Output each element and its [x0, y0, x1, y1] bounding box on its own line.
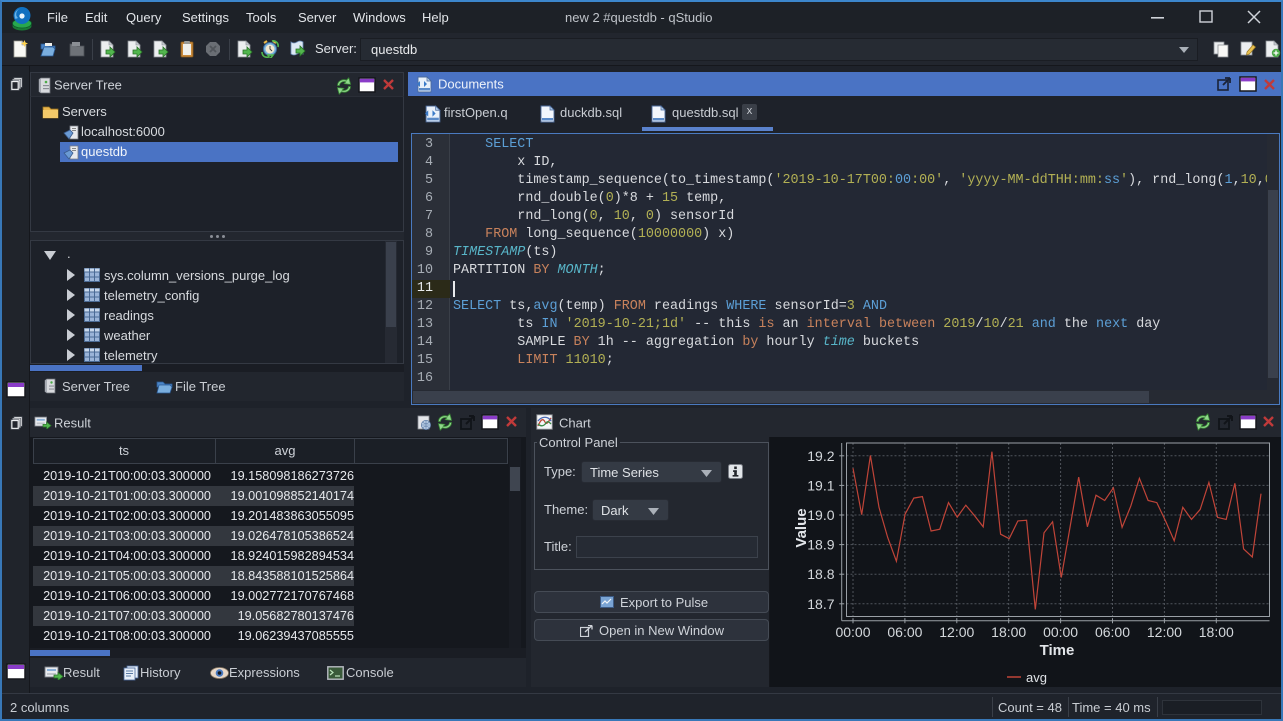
svg-text:19.2: 19.2 [807, 448, 834, 464]
svg-text:12:00: 12:00 [939, 624, 974, 640]
svg-text:18.8: 18.8 [807, 566, 834, 582]
svg-text:18.9: 18.9 [807, 537, 834, 553]
svg-text:avg: avg [1026, 670, 1047, 685]
svg-text:19.0: 19.0 [807, 507, 834, 523]
svg-text:00:00: 00:00 [835, 624, 870, 640]
svg-text:19.1: 19.1 [807, 477, 834, 493]
svg-text:18.7: 18.7 [807, 596, 834, 612]
svg-text:00:00: 00:00 [1043, 624, 1078, 640]
svg-text:Time: Time [1040, 642, 1075, 659]
svg-text:12:00: 12:00 [1147, 624, 1182, 640]
svg-text:06:00: 06:00 [887, 624, 922, 640]
svg-text:Value: Value [793, 508, 810, 547]
svg-text:18:00: 18:00 [1199, 624, 1234, 640]
svg-text:06:00: 06:00 [1095, 624, 1130, 640]
svg-text:18:00: 18:00 [991, 624, 1026, 640]
